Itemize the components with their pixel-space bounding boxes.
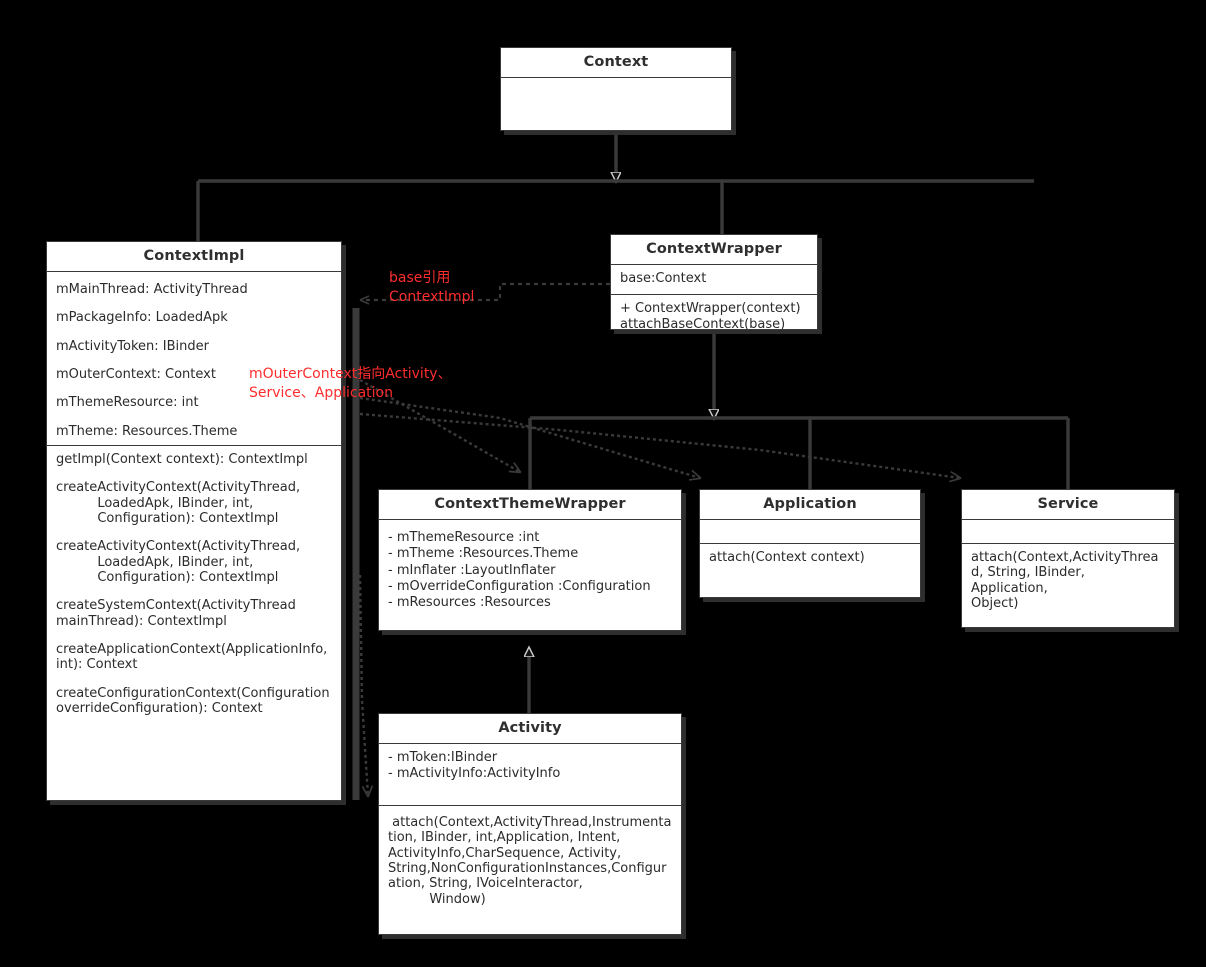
class-methods-contextimpl: getImpl(Context context): ContextImpl cr… bbox=[47, 446, 341, 722]
class-title-contextthemewrapper: ContextThemeWrapper bbox=[379, 490, 681, 520]
class-methods-contextwrapper: + ContextWrapper(context) attachBaseCont… bbox=[611, 295, 817, 330]
method-row: createActivityContext(ActivityThread, Lo… bbox=[56, 539, 301, 585]
edge-outercontext-to-application bbox=[359, 396, 702, 481]
attribute-row: - mToken:IBinder bbox=[388, 750, 498, 765]
method-row: getImpl(Context context): ContextImpl bbox=[56, 451, 308, 467]
method-row: attach(Context context) bbox=[709, 550, 865, 565]
attribute-row: base:Context bbox=[620, 271, 707, 286]
class-title-context: Context bbox=[501, 48, 731, 78]
method-row: createConfigurationContext(Configuration… bbox=[56, 685, 330, 716]
class-attributes-activity: - mToken:IBinder - mActivityInfo:Activit… bbox=[379, 744, 681, 806]
attribute-row: - mResources :Resources bbox=[388, 595, 551, 611]
class-attributes-application bbox=[700, 520, 920, 544]
class-box-contextwrapper[interactable]: ContextWrapper base:Context + ContextWra… bbox=[610, 234, 818, 330]
class-title-service: Service bbox=[962, 490, 1174, 520]
method-row: attachBaseContext(base) bbox=[620, 317, 786, 330]
class-title-contextwrapper: ContextWrapper bbox=[611, 235, 817, 265]
class-title-activity: Activity bbox=[379, 714, 681, 744]
attribute-row: - mTheme :Resources.Theme bbox=[388, 546, 579, 562]
class-attributes-contextimpl: mMainThread: ActivityThread mPackageInfo… bbox=[47, 272, 341, 446]
attribute-row: - mInflater :LayoutInflater bbox=[388, 562, 556, 578]
method-row: createSystemContext(ActivityThread mainT… bbox=[56, 598, 296, 629]
attribute-row: - mThemeResource :int bbox=[388, 530, 540, 545]
class-attributes-contextthemewrapper: - mThemeResource :int - mTheme :Resource… bbox=[379, 520, 681, 618]
attribute-row: mTheme: Resources.Theme bbox=[56, 423, 238, 439]
class-box-contextthemewrapper[interactable]: ContextThemeWrapper - mThemeResource :in… bbox=[378, 489, 682, 631]
attribute-row: mMainThread: ActivityThread bbox=[56, 282, 248, 297]
attribute-row: - mActivityInfo:ActivityInfo bbox=[388, 766, 561, 782]
annotation-base-ref: base引用 ContextImpl bbox=[389, 270, 475, 305]
class-box-service[interactable]: Service attach(Context,ActivityThrea d, … bbox=[961, 489, 1175, 628]
edge-outercontext-to-activity bbox=[358, 574, 374, 798]
edge-outercontext-to-service bbox=[359, 412, 962, 483]
class-methods-service: attach(Context,ActivityThrea d, String, … bbox=[962, 544, 1174, 618]
class-box-context[interactable]: Context bbox=[500, 47, 732, 131]
method-row: attach(Context,ActivityThread,Instrument… bbox=[388, 815, 672, 907]
class-attributes-contextwrapper: base:Context bbox=[611, 265, 817, 295]
diagram-canvas: ContextImpl --> Context ContextImpl mMai… bbox=[0, 0, 1206, 967]
class-box-contextimpl[interactable]: ContextImpl mMainThread: ActivityThread … bbox=[46, 241, 342, 801]
attribute-row: mPackageInfo: LoadedApk bbox=[56, 310, 228, 326]
class-body-context bbox=[501, 78, 731, 124]
class-attributes-service bbox=[962, 520, 1174, 544]
method-row: createActivityContext(ActivityThread, Lo… bbox=[56, 480, 301, 526]
method-row: + ContextWrapper(context) bbox=[620, 301, 801, 316]
annotation-outer-context: mOuterContext指向Activity、 Service、Applica… bbox=[249, 366, 452, 401]
method-row: attach(Context,ActivityThrea d, String, … bbox=[971, 550, 1159, 611]
class-methods-application: attach(Context context) bbox=[700, 544, 920, 572]
class-methods-activity: attach(Context,ActivityThread,Instrument… bbox=[379, 806, 681, 914]
method-row: createApplicationContext(ApplicationInfo… bbox=[56, 641, 328, 673]
attribute-row: mActivityToken: IBinder bbox=[56, 338, 209, 354]
class-title-contextimpl: ContextImpl bbox=[47, 242, 341, 272]
class-box-application[interactable]: Application attach(Context context) bbox=[699, 489, 921, 598]
class-box-activity[interactable]: Activity - mToken:IBinder - mActivityInf… bbox=[378, 713, 682, 935]
attribute-row: - mOverrideConfiguration :Configuration bbox=[388, 578, 651, 594]
class-title-application: Application bbox=[700, 490, 920, 520]
